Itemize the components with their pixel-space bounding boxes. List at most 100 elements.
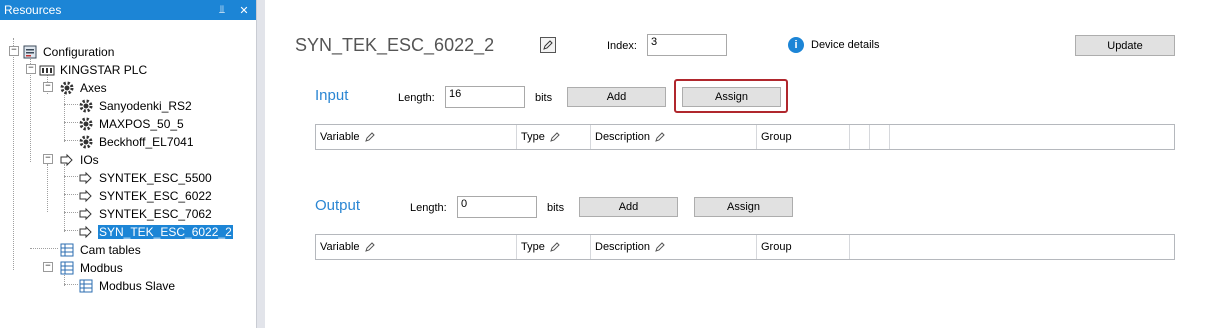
pencil-icon — [550, 242, 560, 252]
column-header-label: Group — [761, 241, 792, 253]
gear-icon — [78, 134, 94, 150]
expand-toggle-axes[interactable]: − — [43, 82, 53, 92]
column-header-variable[interactable]: Variable — [316, 125, 517, 149]
index-label: Index: — [607, 40, 637, 52]
tree-label-axis: Beckhoff_EL7041 — [99, 135, 194, 149]
table-icon — [59, 260, 75, 276]
update-button[interactable]: Update — [1075, 35, 1175, 56]
tree-label-axis: Sanyodenki_RS2 — [99, 99, 192, 113]
column-header-group[interactable]: Group — [757, 235, 850, 259]
tree-label-modbus-slave: Modbus Slave — [99, 279, 176, 293]
edit-name-button[interactable] — [540, 37, 556, 53]
expand-toggle-plc[interactable]: − — [26, 64, 36, 74]
resources-panel: Resources ⫫ ✕ − Configuration − KINGSTAR… — [0, 0, 257, 328]
gear-icon — [59, 80, 75, 96]
pencil-icon — [655, 132, 665, 142]
column-header-description[interactable]: Description — [591, 235, 757, 259]
tree-label-axis: MAXPOS_50_5 — [99, 117, 184, 131]
tree-node-ios[interactable]: IOs — [59, 151, 100, 169]
device-name: SYN_TEK_ESC_6022_2 — [295, 35, 495, 55]
table-icon — [59, 242, 75, 258]
panel-splitter[interactable] — [257, 0, 265, 328]
tree-node-axis[interactable]: Beckhoff_EL7041 — [78, 133, 195, 151]
column-header-label: Variable — [320, 241, 360, 253]
resources-title: Resources — [4, 3, 62, 17]
close-icon[interactable]: ✕ — [236, 4, 252, 17]
tree-node-cam-tables[interactable]: Cam tables — [59, 241, 142, 259]
column-header-label: Description — [595, 131, 651, 143]
input-assign-button[interactable]: Assign — [682, 87, 781, 107]
column-header-label: Type — [521, 131, 545, 143]
pin-icon[interactable]: ⫫ — [214, 4, 230, 17]
tree-label-plc: KINGSTAR PLC — [60, 63, 148, 77]
tree-node-modbus-slave[interactable]: Modbus Slave — [78, 277, 176, 295]
output-length-label: Length: — [410, 202, 447, 214]
tree-label-configuration: Configuration — [43, 45, 115, 59]
configuration-icon — [22, 44, 38, 60]
tree-node-io-selected[interactable]: SYN_TEK_ESC_6022_2 — [78, 223, 233, 241]
column-header-type[interactable]: Type — [517, 235, 591, 259]
info-icon: i — [788, 37, 804, 53]
tree-node-io[interactable]: SYNTEK_ESC_6022 — [78, 187, 213, 205]
pencil-icon — [364, 132, 375, 142]
column-header-type[interactable]: Type — [517, 125, 591, 149]
expand-toggle-modbus[interactable]: − — [43, 262, 53, 272]
input-add-button[interactable]: Add — [567, 87, 666, 107]
index-field[interactable]: 3 — [647, 34, 727, 56]
pencil-icon — [655, 242, 665, 252]
input-section-title: Input — [315, 87, 349, 104]
resources-titlebar: Resources ⫫ ✕ — [0, 0, 256, 20]
plc-icon — [39, 62, 55, 78]
input-length-field[interactable]: 16 — [445, 86, 525, 108]
device-details-link[interactable]: Device details — [811, 39, 879, 51]
gear-icon — [78, 116, 94, 132]
column-header-description[interactable]: Description — [591, 125, 757, 149]
tree-label-axes: Axes — [80, 81, 107, 95]
io-device-icon — [78, 170, 94, 186]
table-icon — [78, 278, 94, 294]
io-icon — [59, 152, 75, 168]
tree-node-modbus[interactable]: Modbus — [59, 259, 124, 277]
tree-label-io: SYNTEK_ESC_7062 — [99, 207, 212, 221]
tree-label-cam-tables: Cam tables — [80, 243, 141, 257]
tree-label-io: SYNTEK_ESC_6022 — [99, 189, 212, 203]
io-device-icon — [78, 206, 94, 222]
column-header-label: Type — [521, 241, 545, 253]
pencil-icon — [543, 40, 553, 50]
input-variable-table: Variable Type Description Group — [315, 124, 1175, 150]
input-length-label: Length: — [398, 92, 435, 104]
input-bits-label: bits — [535, 92, 553, 104]
device-editor: SYN_TEK_ESC_6022_2 Index: 3 i Device det… — [265, 0, 1229, 328]
expand-toggle-ios[interactable]: − — [43, 154, 53, 164]
tree-node-axes[interactable]: Axes — [59, 79, 108, 97]
tree-node-plc[interactable]: KINGSTAR PLC — [39, 61, 148, 79]
column-header-label: Description — [595, 241, 651, 253]
gear-icon — [78, 98, 94, 114]
tree-node-axis[interactable]: MAXPOS_50_5 — [78, 115, 185, 133]
column-header-variable[interactable]: Variable — [316, 235, 517, 259]
tree-node-io[interactable]: SYNTEK_ESC_5500 — [78, 169, 213, 187]
column-header-empty — [850, 125, 870, 149]
pencil-icon — [550, 132, 560, 142]
column-header-label: Group — [761, 131, 792, 143]
tree-label-ios: IOs — [80, 153, 99, 167]
column-header-label: Variable — [320, 131, 360, 143]
output-section-title: Output — [315, 197, 361, 214]
expand-toggle-configuration[interactable]: − — [9, 46, 19, 56]
pencil-icon — [364, 242, 375, 252]
io-device-icon — [78, 188, 94, 204]
tree-label-io: SYNTEK_ESC_5500 — [99, 171, 212, 185]
output-assign-button[interactable]: Assign — [694, 197, 793, 217]
io-device-icon — [78, 224, 94, 240]
tree-node-axis[interactable]: Sanyodenki_RS2 — [78, 97, 193, 115]
tree-node-io[interactable]: SYNTEK_ESC_7062 — [78, 205, 213, 223]
tree-node-configuration[interactable]: Configuration — [22, 43, 115, 61]
output-length-field[interactable]: 0 — [457, 196, 537, 218]
column-header-empty — [870, 125, 890, 149]
output-variable-table: Variable Type Description Group — [315, 234, 1175, 260]
output-bits-label: bits — [547, 202, 565, 214]
output-add-button[interactable]: Add — [579, 197, 678, 217]
tree-label-modbus: Modbus — [80, 261, 123, 275]
tree-label-io: SYN_TEK_ESC_6022_2 — [98, 225, 233, 239]
column-header-group[interactable]: Group — [757, 125, 850, 149]
